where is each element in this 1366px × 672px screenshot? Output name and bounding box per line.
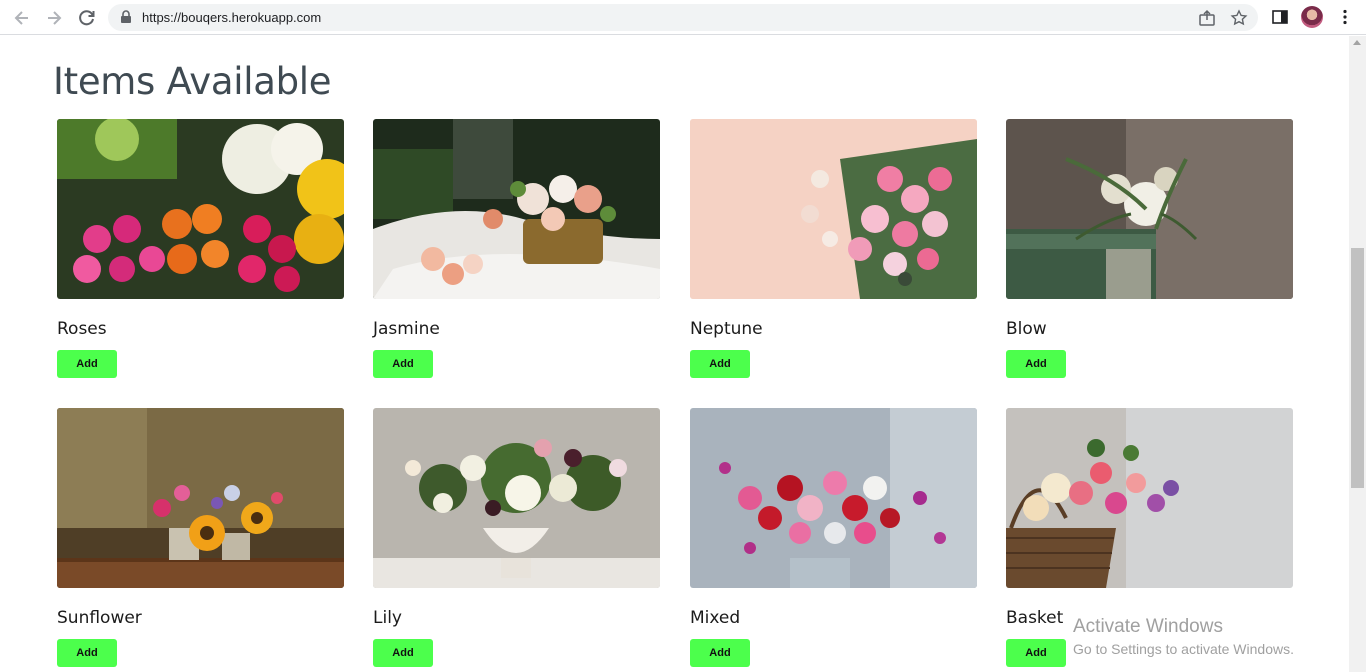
product-card-basket: Basket Add bbox=[1006, 408, 1293, 667]
add-button[interactable]: Add bbox=[1006, 639, 1066, 667]
product-image[interactable] bbox=[690, 119, 977, 299]
product-image[interactable] bbox=[1006, 408, 1293, 588]
scrollbar-thumb[interactable] bbox=[1351, 248, 1364, 488]
reload-icon[interactable] bbox=[76, 7, 98, 29]
product-card-blow: Blow Add bbox=[1006, 119, 1293, 378]
menu-kebab-icon[interactable] bbox=[1336, 8, 1354, 26]
product-name: Roses bbox=[57, 319, 107, 339]
watermark-subtitle: Go to Settings to activate Windows. bbox=[1073, 641, 1294, 657]
product-name: Basket bbox=[1006, 608, 1064, 628]
product-name: Mixed bbox=[690, 608, 741, 628]
add-button[interactable]: Add bbox=[1006, 350, 1066, 378]
add-button[interactable]: Add bbox=[373, 350, 433, 378]
address-bar[interactable]: https://bouqers.herokuapp.com bbox=[108, 4, 1258, 31]
product-name: Lily bbox=[373, 608, 402, 628]
add-button[interactable]: Add bbox=[57, 350, 117, 378]
share-icon[interactable] bbox=[1198, 9, 1216, 27]
add-button[interactable]: Add bbox=[57, 639, 117, 667]
page-title: Items Available bbox=[53, 60, 332, 103]
product-card-roses: Roses Add bbox=[57, 119, 344, 378]
product-image[interactable] bbox=[690, 408, 977, 588]
add-button[interactable]: Add bbox=[690, 350, 750, 378]
product-card-mixed: Mixed Add bbox=[690, 408, 977, 667]
vertical-scrollbar[interactable] bbox=[1349, 36, 1366, 672]
forward-arrow-icon[interactable] bbox=[43, 7, 65, 29]
product-name: Blow bbox=[1006, 319, 1047, 339]
watermark-title: Activate Windows bbox=[1073, 616, 1223, 637]
browser-toolbar: https://bouqers.herokuapp.com bbox=[0, 0, 1366, 35]
add-button[interactable]: Add bbox=[690, 639, 750, 667]
side-panel-icon[interactable] bbox=[1271, 8, 1289, 26]
product-name: Jasmine bbox=[373, 319, 440, 339]
product-image[interactable] bbox=[373, 119, 660, 299]
product-image[interactable] bbox=[57, 119, 344, 299]
bookmark-star-icon[interactable] bbox=[1230, 9, 1248, 27]
product-card-sunflower: Sunflower Add bbox=[57, 408, 344, 667]
add-button[interactable]: Add bbox=[373, 639, 433, 667]
scroll-up-arrow-icon[interactable] bbox=[1353, 40, 1361, 45]
product-image[interactable] bbox=[373, 408, 660, 588]
product-card-neptune: Neptune Add bbox=[690, 119, 977, 378]
product-image[interactable] bbox=[1006, 119, 1293, 299]
profile-avatar[interactable] bbox=[1301, 6, 1323, 28]
product-image[interactable] bbox=[57, 408, 344, 588]
back-arrow-icon[interactable] bbox=[11, 7, 33, 29]
activate-windows-watermark: Activate Windows Go to Settings to activ… bbox=[1073, 616, 1294, 657]
product-card-lily: Lily Add bbox=[373, 408, 660, 667]
page-content: Items Available Roses Add Jasmine Add Ne… bbox=[0, 36, 1349, 672]
product-card-jasmine: Jasmine Add bbox=[373, 119, 660, 378]
lock-icon[interactable] bbox=[120, 10, 132, 24]
product-name: Sunflower bbox=[57, 608, 142, 628]
product-name: Neptune bbox=[690, 319, 763, 339]
url-text[interactable]: https://bouqers.herokuapp.com bbox=[142, 10, 321, 25]
